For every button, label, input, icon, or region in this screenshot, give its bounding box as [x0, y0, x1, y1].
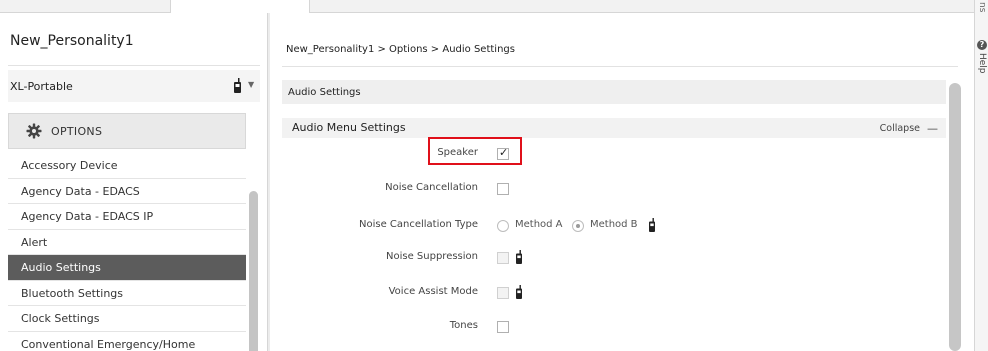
top-tab-strip [0, 0, 974, 13]
personality-title: New_Personality1 [10, 33, 134, 49]
edge-tab-label[interactable]: ns [977, 2, 987, 12]
noise-cancellation-checkbox[interactable] [497, 183, 509, 195]
noise-cancellation-type-label: Noise Cancellation Type [358, 219, 478, 230]
main-scrollbar[interactable] [949, 83, 961, 351]
tones-checkbox[interactable] [497, 321, 509, 333]
collapse-icon[interactable]: — [927, 122, 938, 135]
section-title: Audio Settings [288, 87, 361, 98]
speaker-checkbox[interactable] [497, 146, 509, 160]
radio-handheld-icon [234, 78, 241, 93]
main-panel: New_Personality1 > Options > Audio Setti… [270, 13, 974, 351]
sidebar-item-agency-data-edacs[interactable]: Agency Data - EDACS [8, 178, 246, 204]
speaker-label: Speaker [437, 147, 478, 158]
device-label: XL-Portable [10, 80, 73, 93]
sidebar-item-agency-data-edacs-ip[interactable]: Agency Data - EDACS IP [8, 204, 246, 230]
right-edge-panel: ns ? Help [974, 0, 988, 351]
sidebar-item-clock-settings[interactable]: Clock Settings [8, 306, 246, 332]
radio-handheld-icon [649, 218, 655, 232]
options-header[interactable]: OPTIONS [8, 113, 246, 149]
subsection-header: Audio Menu Settings Collapse — [282, 118, 946, 138]
gear-icon [26, 123, 42, 139]
divider [8, 65, 260, 66]
method-b-label: Method B [590, 219, 638, 230]
collapse-button[interactable]: Collapse [880, 123, 920, 134]
device-selector[interactable]: XL-Portable ▼ [8, 70, 260, 102]
radio-handheld-icon [516, 250, 522, 264]
sidebar-item-bluetooth-settings[interactable]: Bluetooth Settings [8, 280, 246, 306]
voice-assist-mode-label: Voice Assist Mode [388, 286, 478, 297]
sidebar-scrollbar[interactable] [249, 191, 258, 351]
help-icon[interactable]: ? [977, 40, 987, 50]
noise-cancellation-label: Noise Cancellation [385, 182, 478, 193]
breadcrumb: New_Personality1 > Options > Audio Setti… [286, 44, 515, 55]
noise-suppression-label: Noise Suppression [386, 251, 478, 262]
help-tab-label[interactable]: Help [977, 53, 987, 74]
sidebar-item-audio-settings[interactable]: Audio Settings [8, 255, 246, 281]
top-tab[interactable] [170, 0, 310, 13]
sidebar-item-conventional-emergency-home[interactable]: Conventional Emergency/Home [8, 331, 246, 351]
noise-suppression-checkbox[interactable] [497, 252, 509, 264]
subsection-title: Audio Menu Settings [292, 121, 406, 134]
radio-handheld-icon [516, 285, 522, 299]
options-header-label: OPTIONS [51, 125, 103, 138]
tones-label: Tones [449, 320, 478, 331]
voice-assist-mode-checkbox[interactable] [497, 287, 509, 299]
left-panel: New_Personality1 XL-Portable ▼ OPTIONS A… [0, 13, 268, 351]
sidebar-item-accessory-device[interactable]: Accessory Device [8, 153, 246, 179]
chevron-down-icon[interactable]: ▼ [248, 80, 254, 89]
method-b-radio[interactable] [572, 220, 584, 232]
sidebar-item-alert[interactable]: Alert [8, 229, 246, 255]
divider [282, 66, 958, 67]
options-list: Accessory Device Agency Data - EDACS Age… [8, 153, 246, 351]
method-a-radio[interactable] [497, 220, 509, 232]
method-a-label: Method A [515, 219, 563, 230]
section-header: Audio Settings [282, 80, 946, 104]
